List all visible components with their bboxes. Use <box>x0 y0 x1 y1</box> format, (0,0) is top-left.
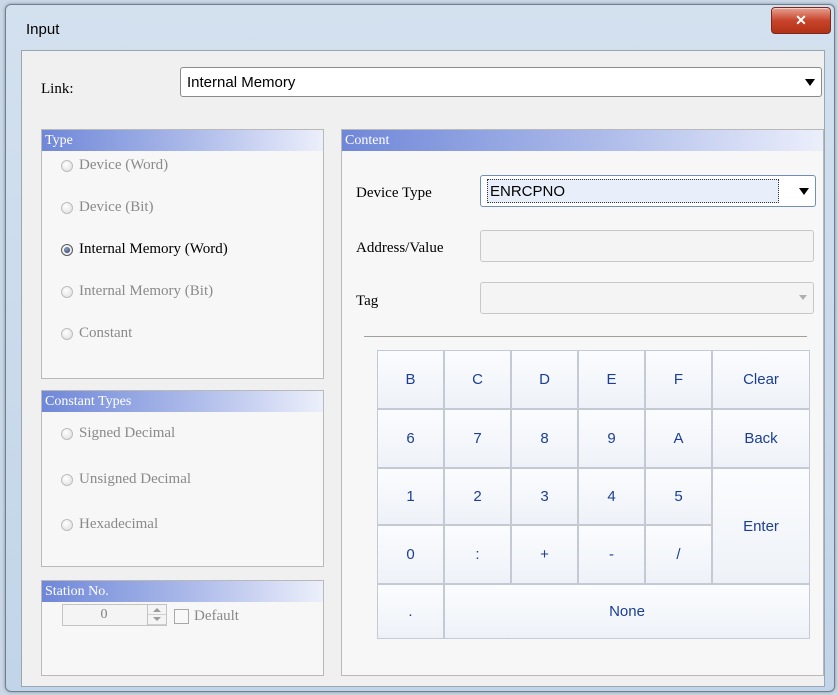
radio-label: Hexadecimal <box>79 516 159 532</box>
tag-label: Tag <box>356 293 379 309</box>
key-d[interactable]: D <box>511 350 578 409</box>
key-0[interactable]: 0 <box>377 525 444 584</box>
constant-types-header: Constant Types <box>42 391 323 412</box>
device-type-dropdown[interactable]: ENRCPNO <box>480 175 816 207</box>
close-button[interactable]: ✕ <box>771 7 831 34</box>
radio-selected-icon <box>61 243 73 256</box>
radio-constant[interactable]: Constant <box>61 325 132 342</box>
device-type-label: Device Type <box>356 185 432 201</box>
device-type-value: ENRCPNO <box>487 179 779 203</box>
default-label: Default <box>194 608 239 624</box>
none-button[interactable]: None <box>444 584 810 639</box>
key-b[interactable]: B <box>377 350 444 409</box>
divider <box>364 336 807 337</box>
key-6[interactable]: 6 <box>377 409 444 468</box>
address-label: Address/Value <box>356 240 444 256</box>
radio-icon <box>61 159 73 172</box>
default-checkbox[interactable]: Default <box>174 608 239 625</box>
address-value-input[interactable] <box>480 230 814 262</box>
type-group-header: Type <box>42 130 323 151</box>
radio-label: Device (Bit) <box>79 199 154 215</box>
content-group-header: Content <box>342 130 823 151</box>
key-2[interactable]: 2 <box>444 468 511 525</box>
radio-internal-memory-word[interactable]: Internal Memory (Word) <box>61 241 228 258</box>
key-slash[interactable]: / <box>645 525 712 584</box>
key-9[interactable]: 9 <box>578 409 645 468</box>
key-7[interactable]: 7 <box>444 409 511 468</box>
radio-icon <box>61 427 73 440</box>
key-4[interactable]: 4 <box>578 468 645 525</box>
spinner-buttons <box>147 605 166 625</box>
key-colon[interactable]: : <box>444 525 511 584</box>
dialog-body: Link: Internal Memory Type Device (Word)… <box>21 50 825 687</box>
radio-signed-decimal[interactable]: Signed Decimal <box>61 425 175 442</box>
spinner-down-icon[interactable] <box>148 615 166 625</box>
close-icon: ✕ <box>795 12 807 28</box>
radio-label: Device (Word) <box>79 157 169 173</box>
key-5[interactable]: 5 <box>645 468 712 525</box>
link-label: Link: <box>41 81 74 97</box>
clear-button[interactable]: Clear <box>712 350 810 409</box>
radio-unsigned-decimal[interactable]: Unsigned Decimal <box>61 471 191 488</box>
station-number-spinner[interactable]: 0 <box>62 604 167 626</box>
input-dialog: Input ✕ Link: Internal Memory Type Devic… <box>5 4 835 692</box>
back-button[interactable]: Back <box>712 409 810 468</box>
station-group: Station No. 0 Default <box>41 580 324 676</box>
content-group: Content Device Type ENRCPNO Address/Valu… <box>341 129 824 676</box>
radio-icon <box>61 201 73 214</box>
station-number-value[interactable]: 0 <box>63 605 145 625</box>
radio-icon <box>61 473 73 486</box>
keypad: B C D E F Clear 6 7 8 9 A Back 1 2 3 4 5… <box>377 350 810 639</box>
checkbox-icon <box>174 609 189 624</box>
chevron-down-icon[interactable] <box>799 188 809 195</box>
radio-label: Constant <box>79 325 133 341</box>
radio-internal-memory-bit[interactable]: Internal Memory (Bit) <box>61 283 213 300</box>
chevron-down-icon[interactable] <box>805 79 815 86</box>
link-dropdown[interactable]: Internal Memory <box>180 67 822 97</box>
radio-label: Internal Memory (Bit) <box>79 283 214 299</box>
key-plus[interactable]: + <box>511 525 578 584</box>
station-group-header: Station No. <box>42 581 323 602</box>
radio-icon <box>61 327 73 340</box>
key-1[interactable]: 1 <box>377 468 444 525</box>
radio-device-word[interactable]: Device (Word) <box>61 157 168 174</box>
type-group: Type Device (Word) Device (Bit) Internal… <box>41 129 324 379</box>
radio-hexadecimal[interactable]: Hexadecimal <box>61 516 158 533</box>
dialog-title: Input <box>26 21 60 38</box>
radio-label: Signed Decimal <box>79 425 176 441</box>
constant-types-group: Constant Types Signed Decimal Unsigned D… <box>41 390 324 567</box>
radio-label: Internal Memory (Word) <box>79 241 228 257</box>
tag-dropdown[interactable] <box>480 282 814 314</box>
key-e[interactable]: E <box>578 350 645 409</box>
link-value: Internal Memory <box>187 73 296 91</box>
key-dot[interactable]: . <box>377 584 444 639</box>
spinner-up-icon[interactable] <box>148 605 166 615</box>
enter-button[interactable]: Enter <box>712 468 810 584</box>
key-8[interactable]: 8 <box>511 409 578 468</box>
radio-icon <box>61 518 73 531</box>
key-f[interactable]: F <box>645 350 712 409</box>
key-c[interactable]: C <box>444 350 511 409</box>
radio-device-bit[interactable]: Device (Bit) <box>61 199 154 216</box>
chevron-down-icon[interactable] <box>799 295 807 300</box>
radio-label: Unsigned Decimal <box>79 471 192 487</box>
key-3[interactable]: 3 <box>511 468 578 525</box>
key-a[interactable]: A <box>645 409 712 468</box>
radio-icon <box>61 285 73 298</box>
key-minus[interactable]: - <box>578 525 645 584</box>
